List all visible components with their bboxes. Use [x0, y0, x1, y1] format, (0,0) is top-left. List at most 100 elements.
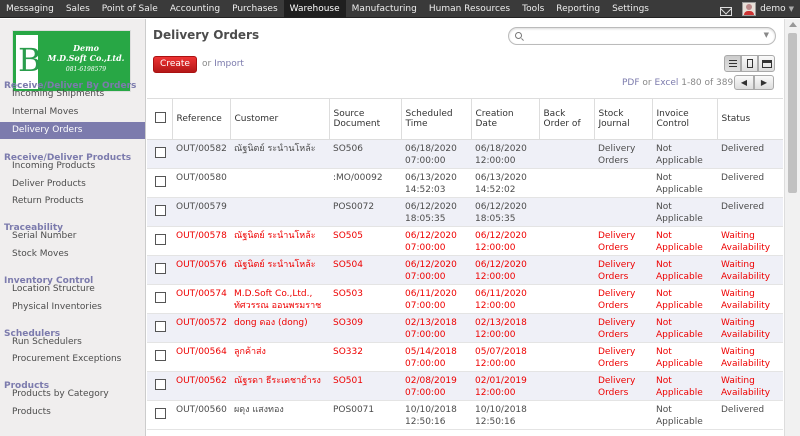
creation-date-cell: 06/12/2020 18:05:35 — [471, 197, 539, 227]
pager-value[interactable]: 1-80 of 389 — [681, 78, 733, 88]
column-header-stock-journal[interactable]: Stock Journal — [593, 99, 652, 140]
scrollbar-thumb[interactable] — [788, 33, 797, 193]
pager-previous-button[interactable]: ◀ — [734, 75, 754, 90]
status-cell: Waiting Availability — [717, 226, 783, 256]
status-cell: Waiting Availability — [717, 342, 783, 372]
scroll-up-arrow-icon[interactable] — [789, 22, 797, 27]
top-right-area: demo ▼ — [720, 0, 800, 18]
table-row[interactable]: OUT/00560 ผดุง แสงทอง POS0071 10/10/2018 12:… — [147, 400, 783, 430]
invoice-control-cell: Not Applicable — [652, 342, 717, 372]
row-select-cell — [147, 371, 172, 401]
customer-cell-line: ผดุง แสงทอง — [234, 404, 284, 415]
sidebar-item-location-structure[interactable]: Location Structure — [0, 281, 145, 298]
column-header-customer[interactable]: Customer — [229, 99, 329, 140]
top-menu-item-reporting[interactable]: Reporting — [550, 0, 606, 18]
row-checkbox[interactable] — [155, 204, 166, 216]
column-header-status[interactable]: Status — [716, 99, 783, 140]
source-document-cell: SO501 — [329, 371, 401, 401]
kanban-view-button[interactable] — [758, 55, 775, 72]
scheduled-time-cell-line: 06/18/2020 — [405, 143, 457, 154]
sidebar-item-run-schedulers[interactable]: Run Schedulers — [0, 334, 145, 351]
table-row[interactable]: OUT/00564 ลูกค้าส่ง SO332 05/14/2018 07:00:0… — [147, 342, 783, 372]
table-row[interactable]: OUT/00574 M.D.Soft Co.,Ltd., ทัศวรรณ ออนพร… — [147, 284, 783, 314]
row-checkbox[interactable] — [155, 378, 166, 390]
column-header-invoice-control[interactable]: Invoice Control — [651, 99, 717, 140]
sidebar-item-incoming-shipments[interactable]: Incoming Shipments — [0, 86, 145, 103]
row-checkbox[interactable] — [155, 407, 166, 419]
mail-icon[interactable] — [720, 6, 733, 16]
table-row[interactable]: OUT/00578 ณัฐนิตย์ ระนำนโหล้ะ SO505 06/12/2… — [147, 226, 783, 256]
row-checkbox[interactable] — [155, 262, 166, 274]
column-header-reference[interactable]: Reference — [171, 99, 230, 140]
select-all-checkbox[interactable] — [155, 111, 166, 123]
row-checkbox[interactable] — [155, 175, 166, 187]
invoice-control-cell-line: Applicable — [656, 155, 703, 166]
top-menu-item-point-of-sale[interactable]: Point of Sale — [96, 0, 164, 18]
top-menu-item-messaging[interactable]: Messaging — [0, 0, 60, 18]
table-row[interactable]: OUT/00572 dong ดอง (dong) SO309 02/13/2018 0… — [147, 313, 783, 343]
pager-next-button[interactable]: ▶ — [754, 75, 774, 90]
invoice-control-cell-line: Applicable — [656, 184, 703, 195]
table-row[interactable]: OUT/00580:MO/00092 06/13/2020 14:52:03 06/1… — [147, 168, 783, 198]
invoice-control-cell-line: Applicable — [656, 300, 703, 311]
table-row[interactable]: OUT/00579 POS0072 06/12/2020 18:05:35 06/12/… — [147, 197, 783, 227]
top-menu-item-manufacturing[interactable]: Manufacturing — [346, 0, 423, 18]
top-menu-item-settings[interactable]: Settings — [606, 0, 655, 18]
back-order-cell — [539, 313, 594, 343]
sidebar-item-internal-moves[interactable]: Internal Moves — [0, 104, 145, 121]
table-row[interactable]: OUT/00562 ณัฐรดา ธีระเดชาธำรง SO501 02/08/2… — [147, 371, 783, 401]
create-button[interactable]: Create — [153, 56, 197, 73]
scheduled-time-cell-line: 07:00:00 — [405, 242, 446, 253]
sidebar-item-procurement-exceptions[interactable]: Procurement Exceptions — [0, 351, 145, 368]
search-box[interactable]: ▼ — [508, 27, 776, 45]
column-header-scheduled-time[interactable]: Scheduled Time — [400, 99, 471, 140]
search-input[interactable] — [525, 30, 755, 42]
row-checkbox[interactable] — [155, 349, 166, 361]
sidebar-item-physical-inventories[interactable]: Physical Inventories — [0, 299, 145, 316]
top-menu-item-human-resources[interactable]: Human Resources — [423, 0, 516, 18]
user-menu-caret-icon[interactable]: ▼ — [789, 5, 794, 13]
column-header-back-order-of[interactable]: Back Order of — [538, 99, 594, 140]
top-menu-item-sales[interactable]: Sales — [60, 0, 96, 18]
invoice-control-cell: Not Applicable — [652, 313, 717, 343]
user-avatar[interactable] — [742, 2, 757, 16]
user-name[interactable]: demo — [760, 4, 786, 14]
top-menu-item-warehouse[interactable]: Warehouse — [283, 0, 346, 18]
column-header-source-document[interactable]: Source Document — [328, 99, 401, 140]
sidebar-item-stock-moves[interactable]: Stock Moves — [0, 246, 145, 263]
list-view-button[interactable] — [724, 55, 741, 72]
sidebar-item-delivery-orders[interactable]: Delivery Orders — [0, 122, 145, 139]
scheduled-time-cell-line: 06/12/2020 — [405, 201, 457, 212]
sidebar-item-products[interactable]: Products — [0, 404, 145, 421]
row-checkbox[interactable] — [155, 233, 166, 245]
row-checkbox[interactable] — [155, 291, 166, 303]
form-view-button[interactable] — [741, 55, 758, 72]
excel-export-link[interactable]: Excel — [655, 78, 679, 88]
sidebar-item-incoming-products[interactable]: Incoming Products — [0, 158, 145, 175]
column-header-creation-date[interactable]: Creation Date — [470, 99, 539, 140]
status-cell: Waiting Availability — [717, 255, 783, 285]
top-menu-item-tools[interactable]: Tools — [516, 0, 550, 18]
scheduled-time-cell: 10/10/2018 12:50:16 — [401, 400, 471, 430]
pdf-export-link[interactable]: PDF — [622, 78, 640, 88]
status-cell: Delivered — [717, 400, 783, 430]
row-checkbox[interactable] — [155, 146, 166, 158]
stock-journal-cell: Delivery Orders — [594, 342, 652, 372]
scheduled-time-cell: 06/18/2020 07:00:00 — [401, 139, 471, 169]
stock-journal-cell-line: Delivery — [598, 259, 636, 270]
top-menu-item-accounting[interactable]: Accounting — [164, 0, 226, 18]
import-link[interactable]: Import — [214, 59, 244, 69]
table-row[interactable]: OUT/00582 ณัฐนิตย์ ระนำนโหล้ะ SO506 06/18/2… — [147, 139, 783, 169]
sidebar-item-return-products[interactable]: Return Products — [0, 193, 145, 210]
sidebar-item-serial-number[interactable]: Serial Number — [0, 228, 145, 245]
sidebar-item-deliver-products[interactable]: Deliver Products — [0, 176, 145, 193]
import-area: or Import — [202, 59, 244, 69]
stock-journal-cell: Delivery Orders — [594, 139, 652, 169]
page-scrollbar[interactable] — [784, 19, 800, 436]
top-menu-item-purchases[interactable]: Purchases — [226, 0, 284, 18]
table-row[interactable]: OUT/00576 ณัฐนิตย์ ระนำนโหล้ะ SO504 06/12/2… — [147, 255, 783, 285]
form-view-icon — [747, 59, 753, 68]
search-options-chevron-icon[interactable]: ▼ — [764, 31, 769, 39]
sidebar-item-products-by-category[interactable]: Products by Category — [0, 386, 145, 403]
row-checkbox[interactable] — [155, 320, 166, 332]
